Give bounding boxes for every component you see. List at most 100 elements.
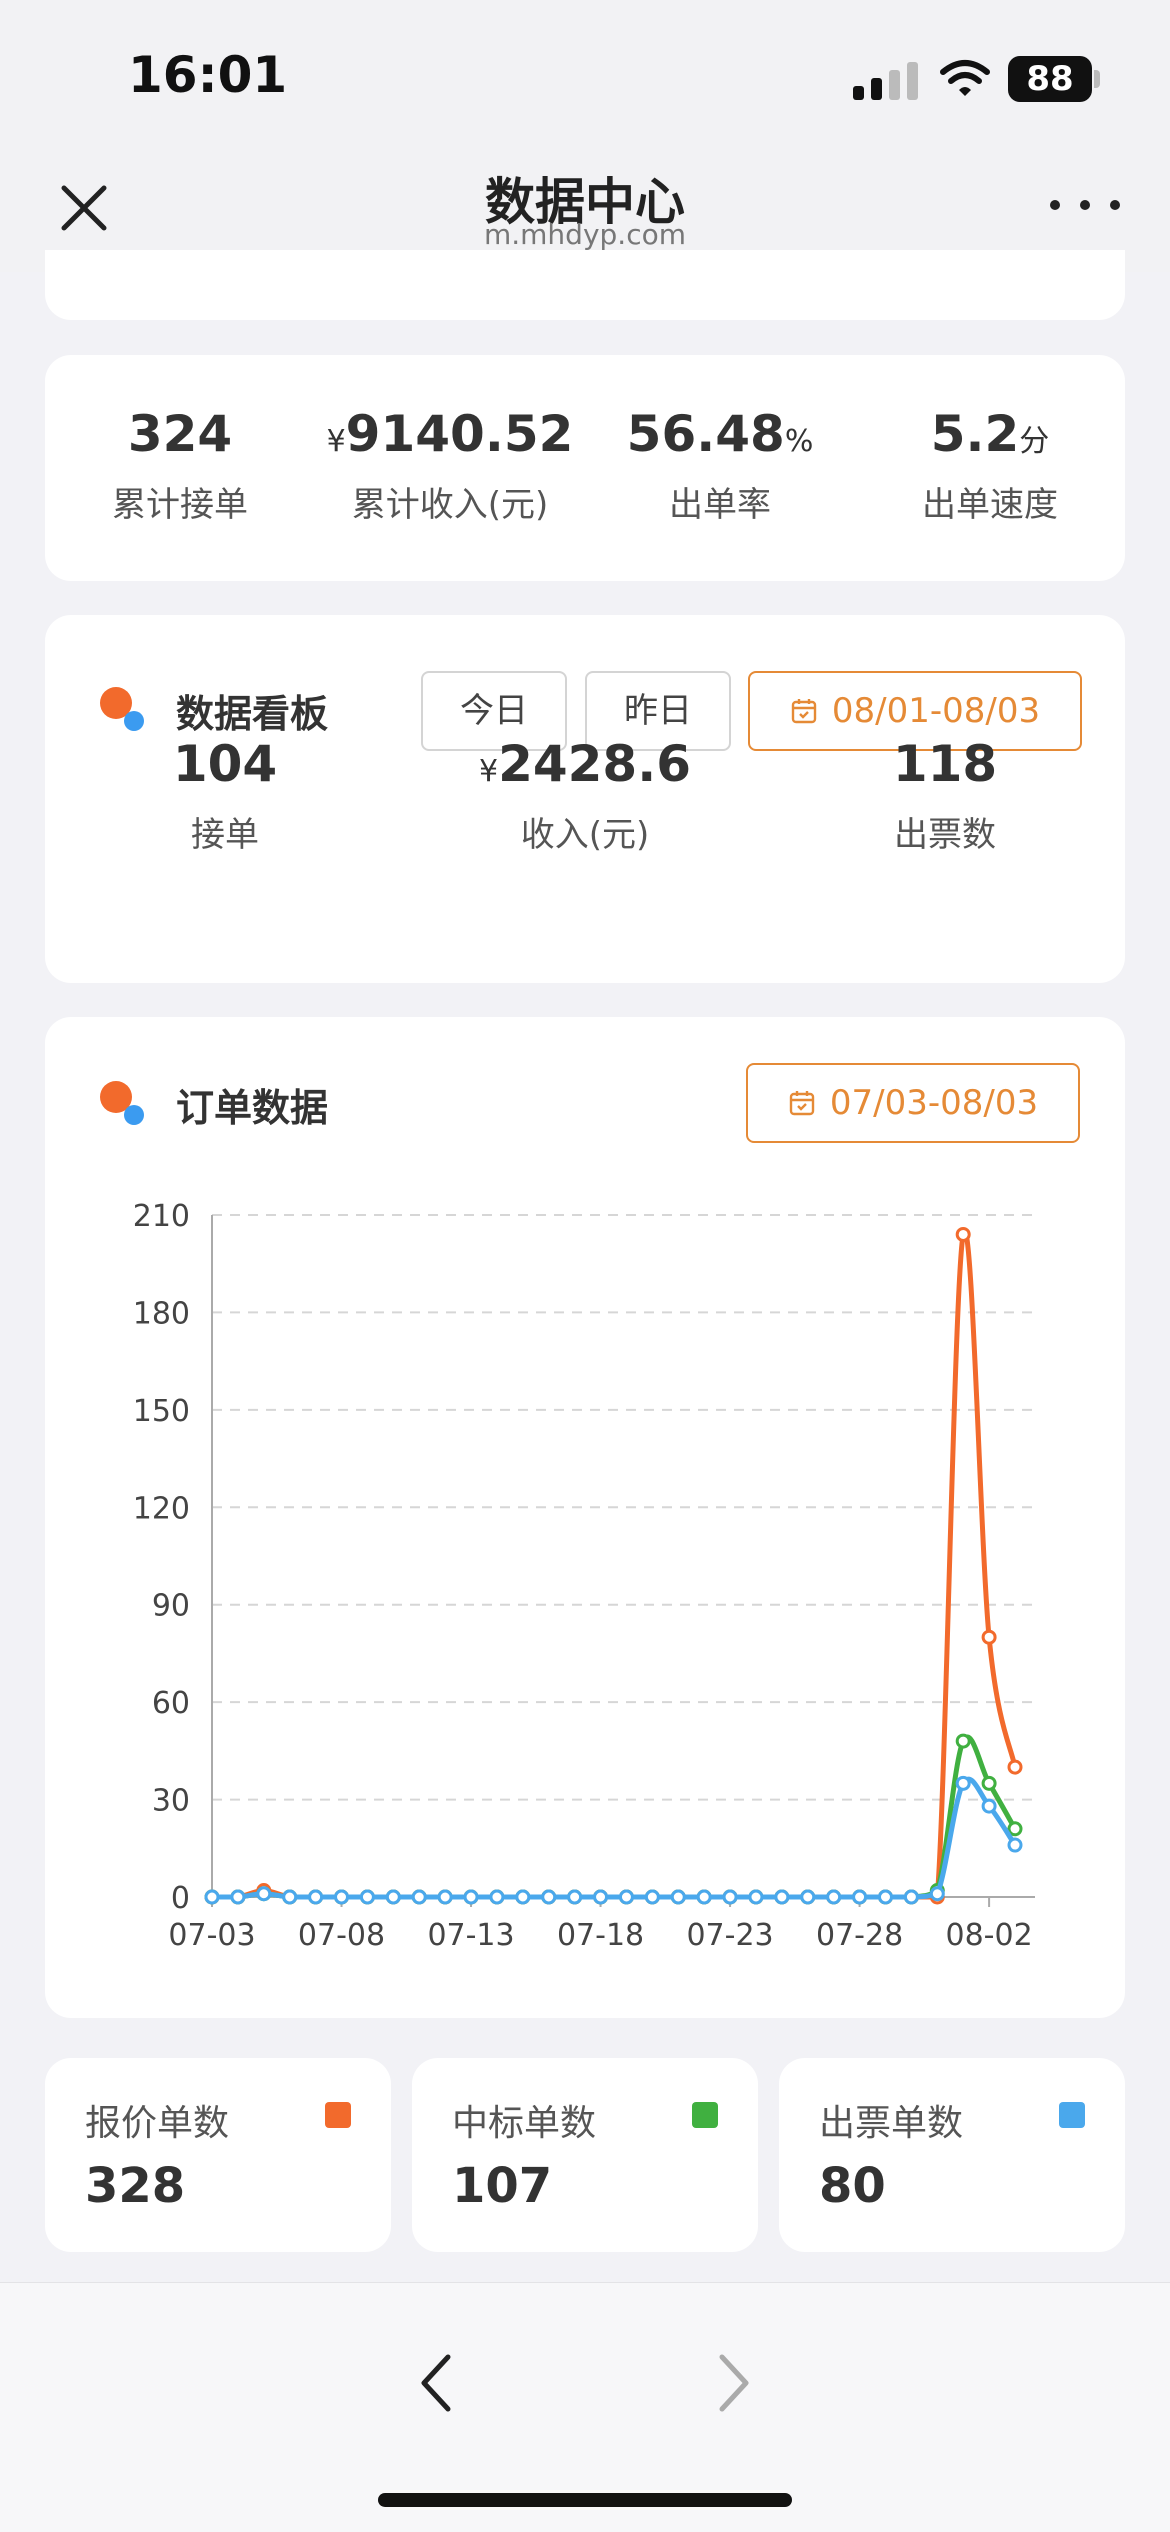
data-point <box>826 1889 842 1905</box>
more-icon[interactable] <box>1050 190 1120 220</box>
series-line <box>212 1734 1018 1900</box>
data-point <box>1007 1837 1023 1853</box>
data-point <box>256 1886 272 1902</box>
data-point <box>463 1889 479 1905</box>
y-tick-label: 210 <box>133 1199 190 1234</box>
data-point <box>903 1889 919 1905</box>
data-point <box>981 1775 997 1791</box>
stat-label: 累计收入(元) <box>351 485 549 525</box>
stat-value: 5.2 <box>930 405 1020 463</box>
x-tick-label: 07-13 <box>427 1918 514 1953</box>
data-point <box>696 1889 712 1905</box>
data-point <box>515 1889 531 1905</box>
y-tick-label: 60 <box>152 1686 190 1721</box>
forward-arrow-icon[interactable] <box>710 2343 760 2423</box>
browser-bottom-bar <box>0 2282 1170 2532</box>
stat-value: 104 <box>172 735 278 793</box>
x-tick-label: 07-03 <box>168 1918 255 1953</box>
data-point <box>359 1889 375 1905</box>
y-tick-label: 120 <box>133 1491 190 1526</box>
stat-tickets: 118 出票数 <box>765 735 1125 975</box>
data-point <box>955 1775 971 1791</box>
data-point <box>800 1889 816 1905</box>
data-point <box>567 1889 583 1905</box>
stat-label: 出票数 <box>894 815 996 855</box>
summary-card: 324 累计接单 ¥9140.52 累计收入(元) 56.48% 出单率 5.2… <box>45 355 1125 581</box>
data-point <box>204 1889 220 1905</box>
legend-label: 出票单数 <box>819 2103 964 2144</box>
stat-value: 2428.6 <box>498 735 692 793</box>
legend-color-swatch <box>1059 2102 1085 2128</box>
data-point <box>437 1889 453 1905</box>
data-point <box>955 1733 971 1749</box>
legend-card-quotes[interactable]: 报价单数 328 <box>45 2058 391 2252</box>
data-point <box>230 1889 246 1905</box>
x-tick-label: 07-28 <box>816 1918 903 1953</box>
y-tick-label: 90 <box>152 1589 190 1624</box>
data-point <box>541 1889 557 1905</box>
wifi-icon <box>940 60 990 96</box>
data-point <box>774 1889 790 1905</box>
dashboard-card: 数据看板 今日 昨日 08/01-08/03 104 接单 ¥2428.6 收入… <box>45 615 1125 983</box>
dashboard-title: 数据看板 <box>176 691 329 736</box>
data-point <box>1007 1821 1023 1837</box>
data-point <box>644 1889 660 1905</box>
data-point <box>670 1889 686 1905</box>
data-point <box>308 1889 324 1905</box>
legend-card-won[interactable]: 中标单数 107 <box>412 2058 758 2252</box>
data-point <box>981 1798 997 1814</box>
previous-card <box>45 250 1125 320</box>
back-arrow-icon[interactable] <box>410 2343 460 2423</box>
stat-label: 接单 <box>191 815 259 855</box>
series-line <box>212 1776 1018 1900</box>
legend-color-swatch <box>692 2102 718 2128</box>
y-tick-label: 0 <box>171 1881 190 1916</box>
data-point <box>593 1889 609 1905</box>
data-point <box>411 1889 427 1905</box>
stat-value: 56.48 <box>626 405 785 463</box>
series-line <box>212 1228 1018 1900</box>
data-point <box>282 1889 298 1905</box>
legend-value: 328 <box>85 2158 186 2214</box>
home-indicator <box>378 2493 792 2507</box>
data-point <box>748 1889 764 1905</box>
data-point <box>385 1889 401 1905</box>
data-point <box>981 1629 997 1645</box>
battery-tip <box>1094 70 1100 88</box>
data-point <box>618 1889 634 1905</box>
stat-orders: 104 接单 <box>45 735 405 975</box>
legend-label: 中标单数 <box>452 2103 597 2144</box>
y-tick-label: 30 <box>152 1784 190 1819</box>
y-tick-label: 150 <box>133 1394 190 1429</box>
data-point <box>955 1226 971 1242</box>
stat-value: 324 <box>127 405 233 463</box>
stat-value: 9140.52 <box>345 405 574 463</box>
stat-total-orders: 324 累计接单 <box>45 355 315 581</box>
data-point <box>489 1889 505 1905</box>
data-point <box>334 1889 350 1905</box>
y-tick-label: 180 <box>133 1296 190 1331</box>
legend-color-swatch <box>325 2102 351 2128</box>
dashboard-header: 数据看板 <box>100 685 329 736</box>
stat-label: 出单率 <box>669 485 771 525</box>
stat-order-speed: 5.2分 出单速度 <box>855 355 1125 581</box>
legend-label: 报价单数 <box>85 2103 230 2144</box>
legend-card-tickets[interactable]: 出票单数 80 <box>779 2058 1125 2252</box>
data-point <box>929 1886 945 1902</box>
battery-icon: 88 <box>1008 56 1092 102</box>
stat-income: ¥2428.6 收入(元) <box>405 735 765 975</box>
status-time: 16:01 <box>128 46 288 104</box>
page-url: m.mhdyp.com <box>483 218 686 251</box>
data-point <box>852 1889 868 1905</box>
order-chart-card: 订单数据 07/03-08/03 0 30 60 90 120 150 180 210 07-0… <box>45 1017 1125 2018</box>
cellular-signal-icon <box>853 60 919 100</box>
legend-value: 107 <box>452 2158 553 2214</box>
x-tick-label: 07-18 <box>557 1918 644 1953</box>
calendar-icon <box>791 699 817 724</box>
data-point <box>722 1889 738 1905</box>
x-tick-label: 07-23 <box>686 1918 773 1953</box>
stat-value: 118 <box>892 735 998 793</box>
x-tick-label: 08-02 <box>946 1918 1033 1953</box>
data-point <box>877 1889 893 1905</box>
data-point <box>1007 1759 1023 1775</box>
